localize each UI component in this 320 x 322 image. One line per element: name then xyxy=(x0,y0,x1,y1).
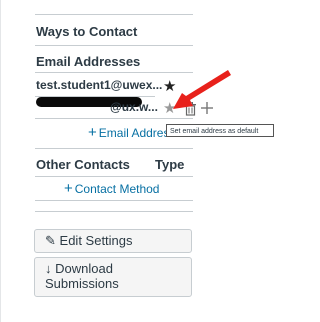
tooltip: Set email address as default xyxy=(166,124,274,137)
add-email-address-link[interactable]: +Email Address xyxy=(88,124,166,141)
add-email-address-label: Email Address xyxy=(98,126,166,140)
ways-to-contact-title: Ways to Contact xyxy=(36,24,138,39)
download-icon: ↓ xyxy=(45,261,52,276)
divider xyxy=(35,176,193,177)
plus-icon: + xyxy=(88,124,97,141)
submissions-label: Submissions xyxy=(45,276,119,291)
left-border xyxy=(0,0,1,322)
divider xyxy=(35,200,193,201)
edit-settings-button[interactable]: ✎ Edit Settings xyxy=(34,229,192,253)
top-divider xyxy=(35,14,193,15)
pencil-icon: ✎ xyxy=(45,233,56,248)
divider xyxy=(35,211,193,212)
type-column-header: Type xyxy=(155,157,185,172)
add-contact-method-link[interactable]: + Contact Method xyxy=(64,180,159,197)
download-label: Download xyxy=(55,261,113,276)
other-contacts-header: Other Contacts xyxy=(36,157,130,172)
divider xyxy=(35,45,193,46)
email-address-primary: test.student1@uwex... xyxy=(36,78,163,92)
plus-icon: + xyxy=(64,180,73,197)
divider xyxy=(35,118,193,119)
divider xyxy=(35,148,193,149)
red-arrow-annotation xyxy=(173,70,231,109)
email-address-secondary: @ux.w... xyxy=(110,100,158,114)
add-contact-method-label: Contact Method xyxy=(74,182,160,196)
edit-settings-label: Edit Settings xyxy=(59,233,133,248)
email-addresses-header: Email Addresses xyxy=(36,54,141,69)
download-submissions-button[interactable]: ↓ Download Submissions xyxy=(34,257,192,297)
